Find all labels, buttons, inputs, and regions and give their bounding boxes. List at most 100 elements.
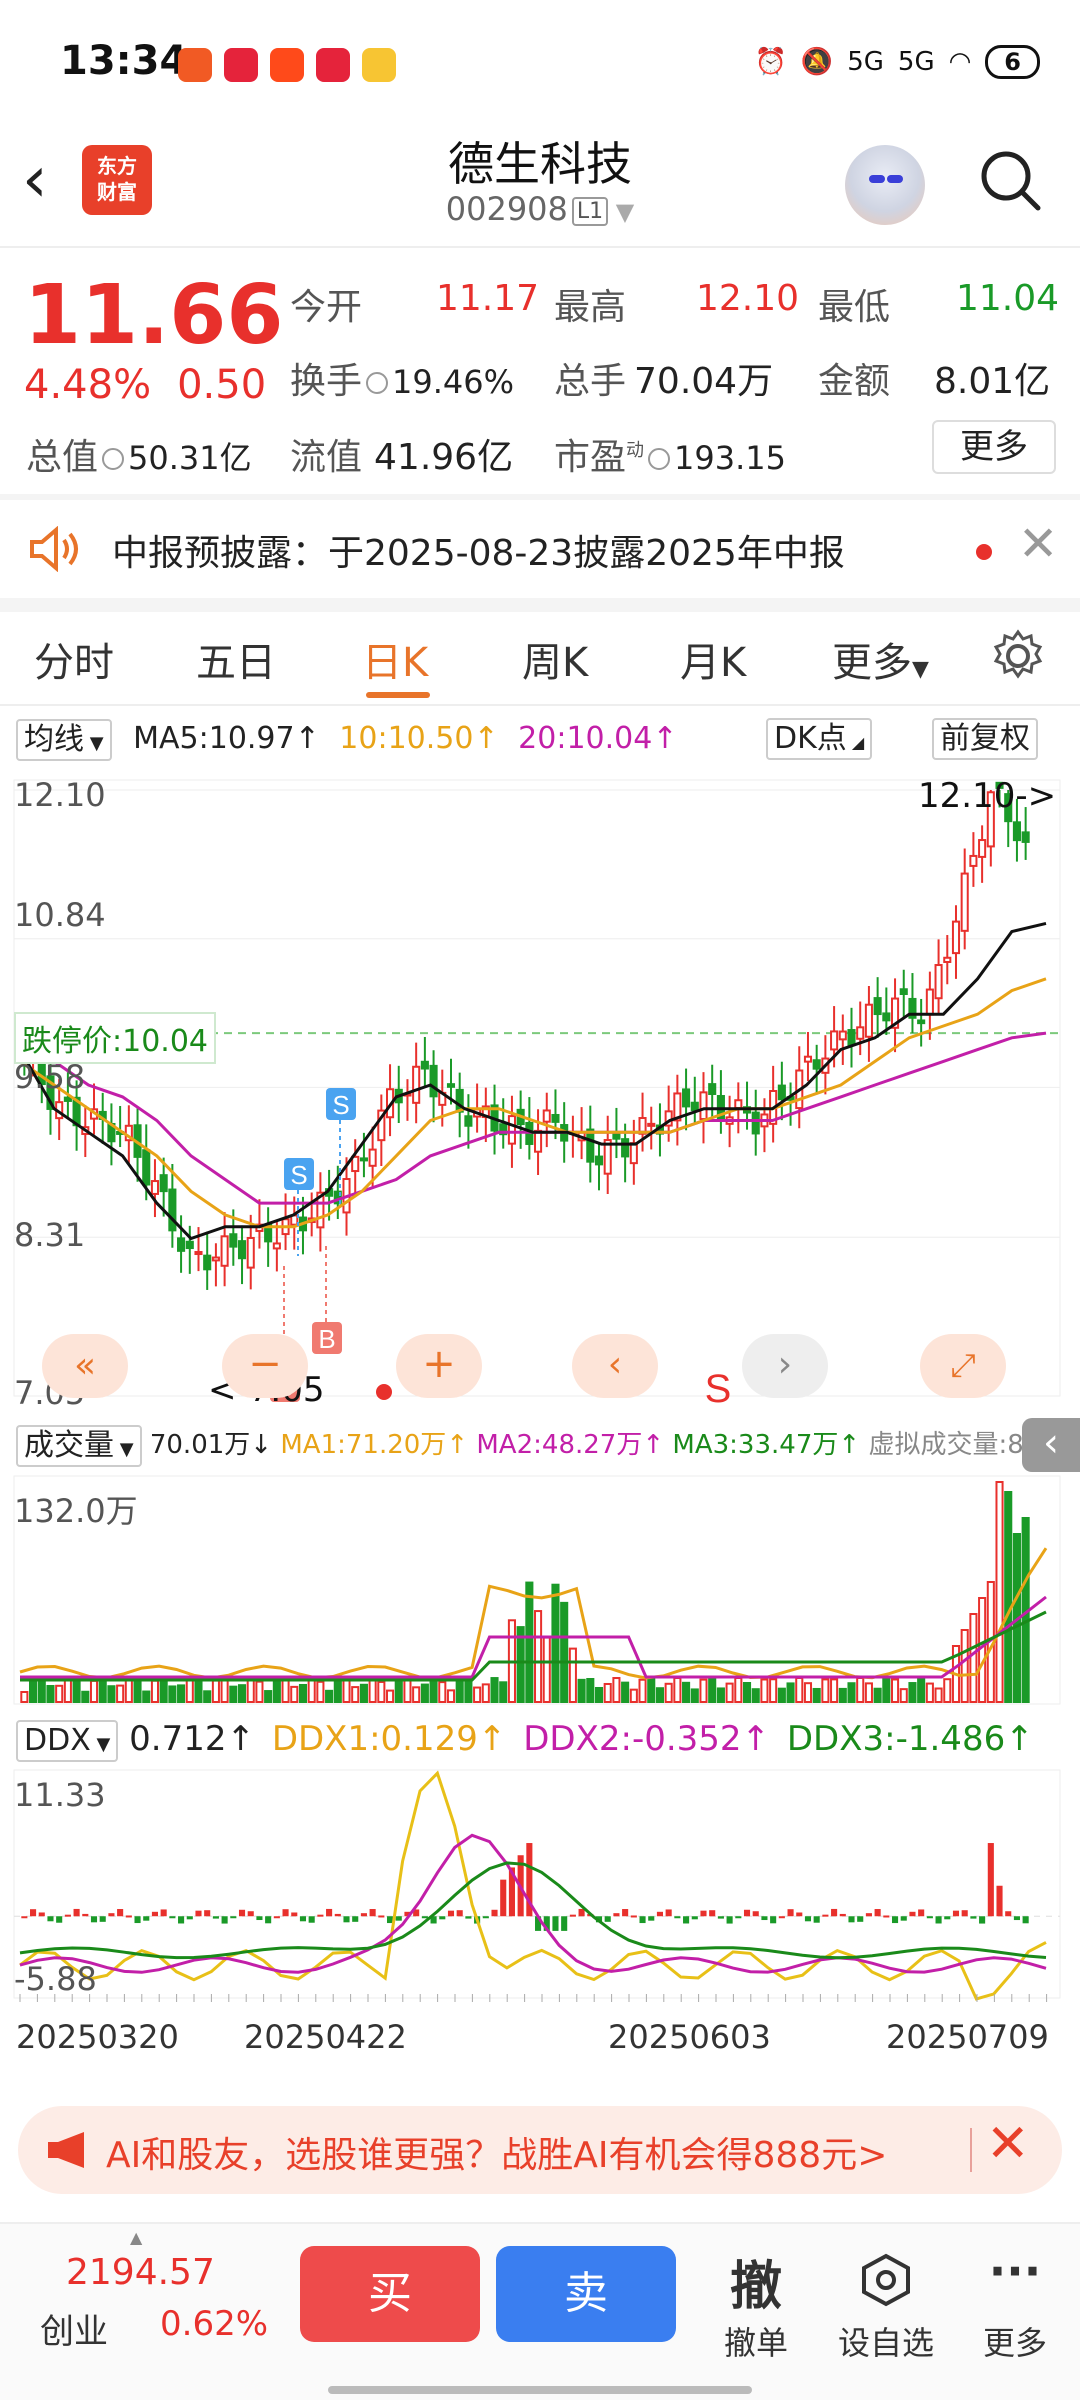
volume-bar [255, 1680, 264, 1703]
tab-daily-k[interactable]: 日K [362, 630, 428, 688]
pe-sup: 动 [626, 440, 645, 461]
volume-selector[interactable]: 成交量 ▼ [16, 1424, 142, 1467]
arrow-up-icon: ↑ [652, 721, 678, 756]
volume-bar [177, 1684, 186, 1703]
mktcap-label: 总值 [26, 437, 99, 478]
turnover-label[interactable]: 换手 19.46% [290, 352, 514, 404]
ddx-bar [1005, 1911, 1012, 1917]
index-change-pct: 0.62% [160, 2304, 269, 2344]
volume-bar [673, 1677, 682, 1704]
mktcap-row[interactable]: 总值 50.31亿 [26, 428, 252, 480]
candle-body [63, 1096, 72, 1102]
sell-button[interactable]: 卖 [496, 2246, 676, 2342]
pe-row[interactable]: 市盈动 193.15 [554, 428, 786, 480]
ddx-selector[interactable]: DDX ▼ [16, 1719, 119, 1762]
ddx-bar [456, 1910, 463, 1917]
ddx-indicator-bar: DDX ▼ 0.712↑ DDX1:0.129↑ DDX2:-0.352↑ DD… [0, 1714, 1080, 1764]
candle-body [690, 1101, 699, 1112]
cancel-order-icon[interactable]: 撤 [701, 2244, 811, 2319]
more-quote-button[interactable]: 更多 [932, 420, 1056, 474]
search-icon[interactable] [978, 148, 1042, 212]
ddx-bar [238, 1909, 246, 1917]
volume-bar [525, 1581, 534, 1703]
candle-body [368, 1148, 377, 1167]
prev-icon[interactable]: ‹ [572, 1334, 658, 1398]
close-icon[interactable]: ✕ [986, 2114, 1030, 2174]
ddx-bar [604, 1916, 611, 1922]
ddx-bar [143, 1916, 150, 1921]
settings-gear-icon[interactable] [990, 628, 1046, 684]
ddx-bar [622, 1909, 629, 1917]
index-name[interactable]: 创业 [40, 2304, 108, 2353]
next-icon[interactable]: › [742, 1334, 828, 1398]
volume-bar [647, 1678, 656, 1703]
candle-body [203, 1254, 212, 1271]
volume-bar [664, 1682, 673, 1703]
tab-intraday[interactable]: 分时 [34, 630, 114, 688]
weibo-notification-icon [362, 48, 396, 82]
volume-bar [708, 1678, 717, 1704]
tab-monthly-k[interactable]: 月K [680, 630, 746, 688]
price-change: 4.48% 0.50 [24, 362, 292, 408]
volume-chart [13, 1475, 1061, 1705]
more-label[interactable]: 更多 [950, 2318, 1080, 2364]
fullscreen-icon[interactable]: ⤢ [920, 1334, 1006, 1398]
volume-bar [281, 1677, 290, 1703]
arrow-up-icon: ↑ [226, 1719, 256, 1759]
tab-five-day[interactable]: 五日 [196, 630, 276, 688]
tab-more[interactable]: 更多▼ [832, 630, 929, 688]
volume-max-label: 132.0万 [14, 1492, 138, 1530]
dk-point-selector[interactable]: DK点 ◢ [766, 718, 873, 760]
candle-body [542, 1109, 551, 1123]
divider [0, 246, 1080, 248]
candle-body [464, 1115, 473, 1127]
float-cap-row: 流值 41.96亿 [290, 428, 513, 480]
volume-bar [368, 1677, 377, 1703]
volume-bar [882, 1678, 891, 1703]
zoom-out-icon[interactable]: − [222, 1334, 308, 1398]
notice-banner[interactable]: 中报预披露：于2025-08-23披露2025年中报 ✕ [0, 500, 1080, 598]
volume-bar [734, 1677, 743, 1703]
close-icon[interactable]: ✕ [1018, 516, 1058, 572]
candle-body [359, 1157, 368, 1162]
status-time: 13:34 [60, 38, 188, 84]
more-icon[interactable]: ··· [960, 2244, 1070, 2298]
ma-selector[interactable]: 均线 ▼ [16, 718, 112, 761]
cancel-order-label[interactable]: 撤单 [691, 2318, 821, 2364]
ddx-chart [13, 1769, 1061, 2002]
volume-bar [612, 1677, 621, 1704]
ddx-max-label: 11.33 [14, 1776, 106, 1814]
volume-bar [116, 1684, 125, 1703]
zoom-in-icon[interactable]: + [396, 1334, 482, 1398]
candle-body [882, 1012, 891, 1022]
adjust-selector[interactable]: 前复权 [932, 718, 1038, 760]
kline-chart[interactable]: SSBBS [0, 766, 1080, 1406]
collapse-panel-icon[interactable]: ‹ [1022, 1418, 1080, 1472]
ai-robot-icon[interactable] [845, 145, 925, 225]
ddx-value: 0.712 [129, 1719, 227, 1759]
add-watchlist-icon[interactable] [858, 2252, 914, 2308]
ddx-bar [874, 1909, 881, 1917]
tab-weekly-k[interactable]: 周K [522, 630, 588, 688]
volume-bar [220, 1677, 229, 1704]
ad-banner[interactable]: AI和股友，选股谁更强？战胜AI有机会得888元> ✕ [18, 2106, 1062, 2194]
volume-bar [917, 1677, 926, 1703]
ddx-bar [987, 1843, 994, 1917]
corner-icon: ◢ [846, 733, 865, 752]
chevron-up-icon[interactable]: ▲ [130, 2228, 142, 2247]
index-value[interactable]: 2194.57 [66, 2252, 215, 2293]
candle-body [246, 1236, 255, 1269]
ddx-bar [857, 1916, 864, 1922]
high-marker: 12.10-> [918, 776, 1057, 816]
rewind-icon[interactable]: « [42, 1334, 128, 1398]
ddx-bar [500, 1879, 507, 1917]
candle-body [751, 1111, 760, 1135]
candle-body [150, 1180, 160, 1195]
buy-button[interactable]: 买 [300, 2246, 480, 2342]
volume-bar [925, 1682, 934, 1703]
ddx-bar [700, 1910, 707, 1917]
candle-body [934, 964, 943, 1000]
add-watchlist-label[interactable]: 设自选 [821, 2318, 951, 2364]
megaphone-icon [48, 2132, 84, 2168]
speaker-icon [30, 526, 78, 572]
